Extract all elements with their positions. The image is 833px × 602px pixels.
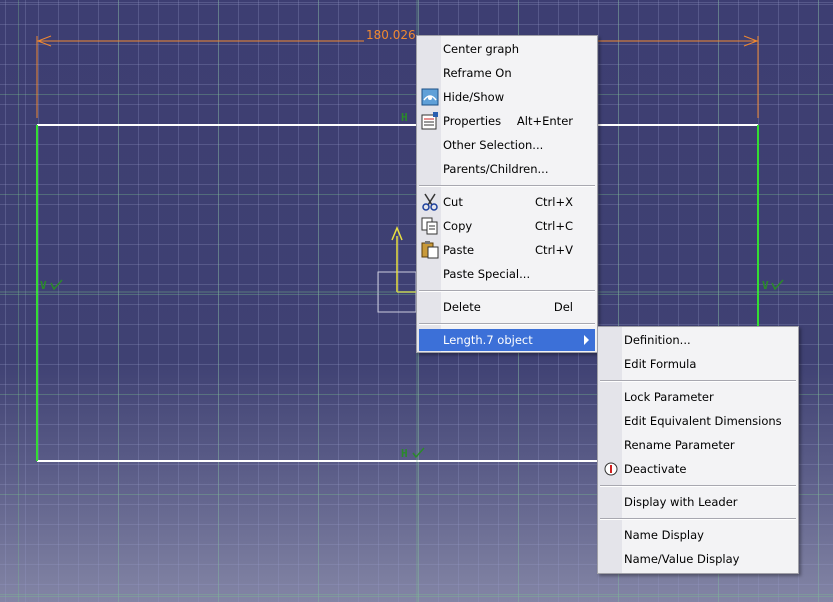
constraint-vertical-left[interactable]: V [40,279,47,292]
constraint-horizontal-bottom[interactable]: H [401,447,408,460]
menu-item-label: Rename Parameter [624,438,735,452]
paste-icon [421,241,439,259]
menu-item-length7-object[interactable]: Length.7 object [419,329,595,351]
menu-item-paste[interactable]: Paste Ctrl+V [419,239,595,261]
submenu-item-name-value-display[interactable]: Name/Value Display [600,548,796,570]
menu-item-label: Length.7 object [443,333,533,347]
menu-item-properties[interactable]: Properties Alt+Enter [419,110,595,132]
menu-item-label: Definition... [624,333,691,347]
menu-item-delete[interactable]: Delete Del [419,296,595,318]
menu-item-shortcut: Del [553,300,573,314]
object-submenu: Definition... Edit Formula Lock Paramete… [597,326,799,574]
menu-item-label: Delete [443,300,481,314]
constraint-horizontal-top[interactable]: H [401,111,408,124]
dimension-value[interactable]: 180.026 [366,28,416,42]
menu-item-shortcut: Ctrl+X [535,195,573,209]
menu-item-parents-children[interactable]: Parents/Children... [419,158,595,180]
submenu-item-name-display[interactable]: Name Display [600,524,796,546]
scissors-icon [422,193,438,211]
submenu-item-rename-parameter[interactable]: Rename Parameter [600,434,796,456]
properties-icon [421,112,438,130]
submenu-item-definition[interactable]: Definition... [600,329,796,351]
menu-item-label: Paste [443,243,475,257]
menu-separator [419,323,595,325]
menu-item-label: Reframe On [443,66,512,80]
menu-item-label: Parents/Children... [443,162,549,176]
menu-item-label: Properties [443,114,502,128]
menu-item-label: Edit Equivalent Dimensions [624,414,782,428]
menu-separator [419,185,595,187]
submenu-item-deactivate[interactable]: Deactivate [600,458,796,480]
submenu-item-edit-equivalent-dimensions[interactable]: Edit Equivalent Dimensions [600,410,796,432]
menu-item-shortcut: Ctrl+C [534,219,573,233]
menu-item-shortcut: Alt+Enter [516,114,573,128]
deactivate-icon [604,462,618,476]
hide-show-icon [421,88,439,106]
constraint-vertical-right[interactable]: V [762,279,769,292]
menu-item-label: Hide/Show [443,90,505,104]
submenu-item-edit-formula[interactable]: Edit Formula [600,353,796,375]
copy-icon [421,217,438,235]
submenu-item-display-with-leader[interactable]: Display with Leader [600,491,796,513]
menu-item-label: Center graph [443,42,520,56]
menu-item-center-graph[interactable]: Center graph [419,38,595,60]
menu-separator [600,485,796,487]
menu-item-label: Other Selection... [443,138,544,152]
menu-item-label: Deactivate [624,462,687,476]
menu-item-label: Display with Leader [624,495,738,509]
submenu-item-lock-parameter[interactable]: Lock Parameter [600,386,796,408]
menu-item-paste-special[interactable]: Paste Special... [419,263,595,285]
menu-item-cut[interactable]: Cut Ctrl+X [419,191,595,213]
menu-item-reframe-on[interactable]: Reframe On [419,62,595,84]
menu-item-label: Name Display [624,528,704,542]
menu-item-label: Cut [443,195,463,209]
dimension-180[interactable] [36,35,759,118]
context-menu: Center graph Reframe On Hide/Show Proper… [416,35,598,353]
menu-item-label: Edit Formula [624,357,697,371]
menu-separator [600,518,796,520]
menu-item-label: Name/Value Display [624,552,740,566]
menu-item-label: Paste Special... [443,267,531,281]
menu-item-shortcut: Ctrl+V [535,243,573,257]
submenu-arrow-icon [584,335,589,345]
menu-separator [600,380,796,382]
menu-item-hide-show[interactable]: Hide/Show [419,86,595,108]
menu-item-copy[interactable]: Copy Ctrl+C [419,215,595,237]
menu-separator [419,290,595,292]
menu-item-label: Lock Parameter [624,390,714,404]
menu-item-label: Copy [443,219,473,233]
menu-item-other-selection[interactable]: Other Selection... [419,134,595,156]
